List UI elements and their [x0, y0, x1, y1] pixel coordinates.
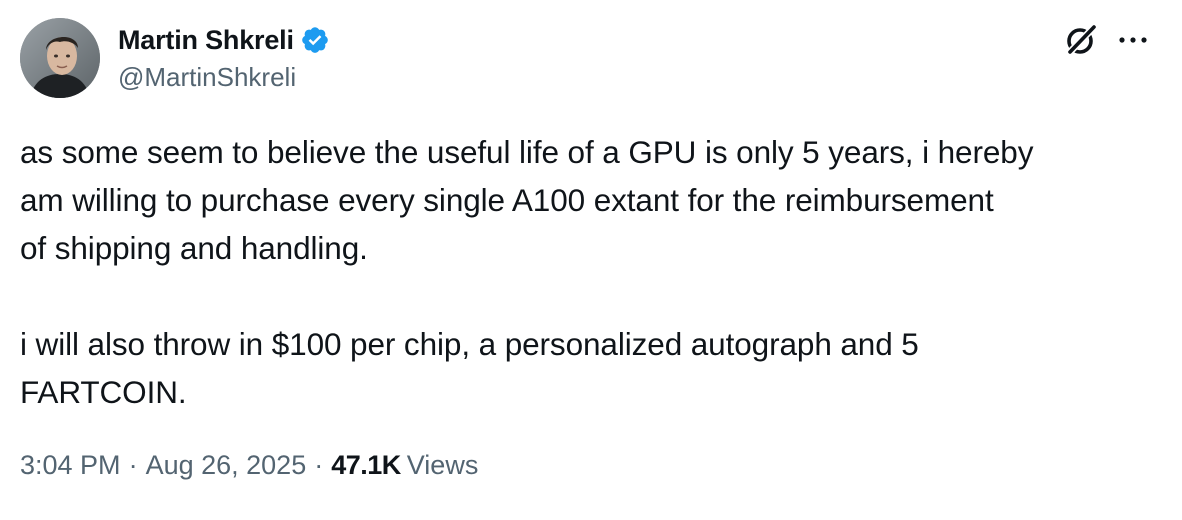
grok-icon[interactable]: [1063, 22, 1099, 58]
more-dots-icon[interactable]: [1116, 26, 1152, 54]
author-handle[interactable]: @MartinShkreli: [118, 62, 296, 93]
meta-separator: ·: [314, 450, 324, 480]
views-label: Views: [406, 450, 479, 480]
tweet-text: as some seem to believe the useful life …: [20, 128, 1150, 416]
tweet-meta: 3:04 PM · Aug 26, 2025 · 47.1K Views: [20, 450, 478, 481]
author-name-row: Martin Shkreli: [118, 22, 330, 58]
profile-photo-icon: [20, 18, 100, 98]
verified-badge-icon[interactable]: [300, 25, 330, 55]
tweet-paragraph: as some seem to believe the useful life …: [20, 134, 1034, 266]
tweet-paragraph: i will also throw in $100 per chip, a pe…: [20, 326, 919, 410]
views-count[interactable]: 47.1K: [331, 450, 401, 481]
tweet-date[interactable]: Aug 26, 2025: [146, 450, 307, 481]
tweet-time[interactable]: 3:04 PM: [20, 450, 121, 481]
author-display-name[interactable]: Martin Shkreli: [118, 25, 294, 56]
meta-separator: ·: [128, 450, 138, 480]
avatar[interactable]: [20, 18, 100, 98]
